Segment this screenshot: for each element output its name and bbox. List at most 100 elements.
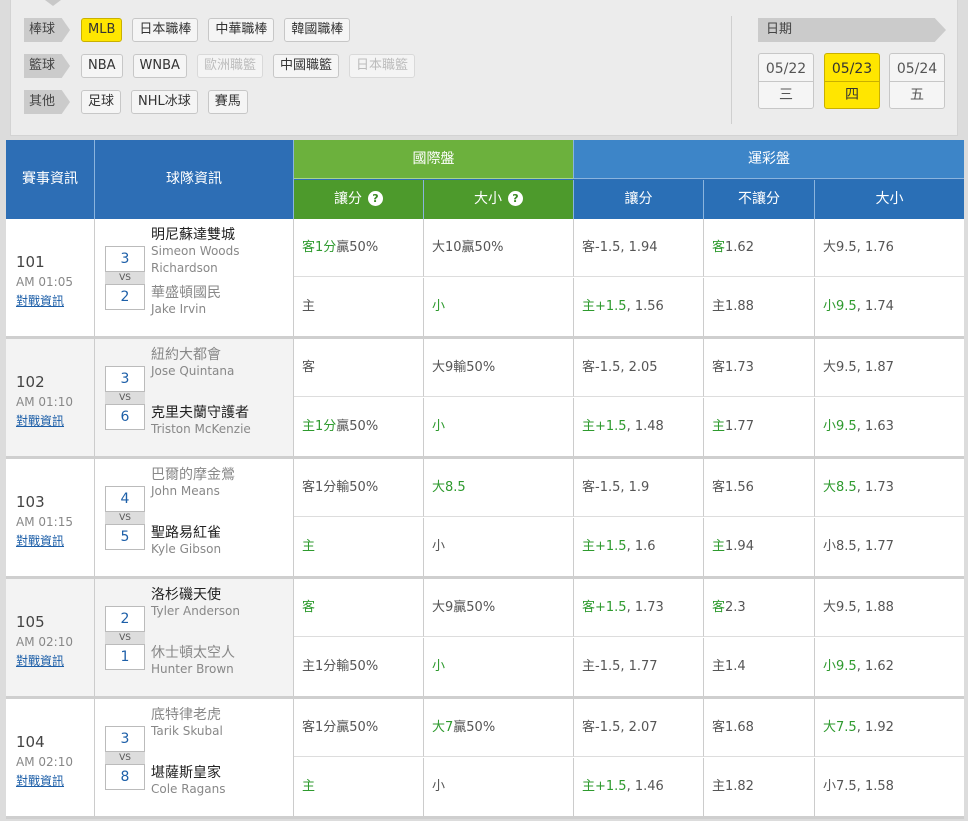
odds-value: 客1.56 bbox=[712, 480, 754, 495]
league-button[interactable]: 韓國職棒 bbox=[284, 18, 351, 42]
help-icon[interactable]: ? bbox=[368, 191, 383, 206]
header-intl-handicap-label: 讓分 bbox=[334, 191, 362, 207]
odds-highlight: 主 bbox=[302, 539, 316, 554]
odds-highlight: 大7 bbox=[432, 720, 454, 735]
odds-value: , 1.74 bbox=[856, 299, 894, 314]
date-value: 05/23 bbox=[825, 54, 879, 82]
odds-cell: 客-1.5, 2.05 bbox=[574, 339, 704, 397]
league-button[interactable]: NHL冰球 bbox=[131, 90, 198, 114]
matchup-link[interactable]: 對戰資訊 bbox=[16, 412, 64, 429]
sport-row: 籃球 NBA WNBA 歐洲職籃 中國職籃 日本職籃 bbox=[24, 54, 425, 78]
table-row: 105 AM 02:10 對戰資訊 2 VS 1 洛杉磯天使 Tyler Anderson 休士… bbox=[6, 579, 964, 699]
odds-cell: 客1.62 bbox=[704, 219, 815, 277]
odds-value: 大9.5, 1.87 bbox=[823, 360, 894, 375]
away-team-name: 洛杉磯天使 bbox=[151, 587, 221, 603]
odds-value: 大9.5, 1.76 bbox=[823, 240, 894, 255]
header-intl-handicap: 讓分? bbox=[294, 180, 424, 219]
date-button[interactable]: 05/22 三 bbox=[758, 53, 814, 109]
header-lottery: 運彩盤 bbox=[574, 140, 964, 179]
odds-value: 客-1.5, 1.9 bbox=[582, 480, 650, 495]
odds-cell: 小 bbox=[424, 398, 574, 456]
home-team-name: 華盛頓國民 bbox=[151, 285, 221, 301]
league-button[interactable]: 日本職棒 bbox=[132, 18, 199, 42]
odds-value: , 1.46 bbox=[626, 779, 664, 794]
matchup-link[interactable]: 對戰資訊 bbox=[16, 532, 64, 549]
odds-cell: 小9.5, 1.74 bbox=[815, 278, 964, 336]
league-button[interactable]: WNBA bbox=[132, 54, 187, 78]
away-team-name: 巴爾的摩金鶯 bbox=[151, 467, 235, 483]
odds-value: 小8.5, 1.77 bbox=[823, 539, 894, 554]
matchup-link[interactable]: 對戰資訊 bbox=[16, 292, 64, 309]
odds-value: , 1.63 bbox=[856, 419, 894, 434]
odds-cell: 主+1.5, 1.48 bbox=[574, 398, 704, 456]
date-weekday: 三 bbox=[779, 87, 793, 103]
odds-value: 小7.5, 1.58 bbox=[823, 779, 894, 794]
league-button[interactable]: MLB bbox=[81, 18, 123, 42]
table-row: 102 AM 01:10 對戰資訊 3 VS 6 紐約大都會 Jose Quintana 克里夫… bbox=[6, 339, 964, 459]
league-button[interactable]: 中國職籃 bbox=[272, 54, 339, 78]
odds-cell: 大8.5 bbox=[424, 459, 574, 517]
header-intl-total-label: 大小 bbox=[474, 191, 502, 207]
odds-value: 客1分輸50% bbox=[302, 480, 379, 495]
date-weekday: 四 bbox=[845, 87, 859, 103]
odds-cell: 大8.5, 1.73 bbox=[815, 459, 964, 517]
odds-cell: 主 bbox=[294, 758, 424, 816]
odds-cell: 大9輸50% bbox=[424, 339, 574, 397]
away-pitcher: Jose Quintana bbox=[151, 364, 235, 378]
odds-cell: 主+1.5, 1.46 bbox=[574, 758, 704, 816]
divider bbox=[94, 339, 95, 456]
odds-value: , 1.92 bbox=[856, 720, 894, 735]
league-button[interactable]: 中華職棒 bbox=[208, 18, 275, 42]
matchup-link[interactable]: 對戰資訊 bbox=[16, 652, 64, 669]
table-row: 101 AM 01:05 對戰資訊 3 VS 2 明尼蘇達雙城 Simeon Woods Ri… bbox=[6, 219, 964, 339]
odds-table: 賽事資訊 球隊資訊 國際盤 運彩盤 讓分? 大小? 讓分 不讓分 大小 101 A… bbox=[6, 140, 964, 819]
odds-cell: 客-1.5, 1.94 bbox=[574, 219, 704, 277]
odds-highlight: 主 bbox=[712, 419, 726, 434]
league-button: 歐洲職籃 bbox=[196, 54, 263, 78]
odds-highlight: 小9.5 bbox=[823, 419, 857, 434]
odds-highlight: 大8.5 bbox=[823, 480, 857, 495]
matchup-link[interactable]: 對戰資訊 bbox=[16, 772, 64, 789]
date-value: 05/22 bbox=[759, 54, 813, 82]
odds-value: 客1.68 bbox=[712, 720, 754, 735]
odds-cell: 大7.5, 1.92 bbox=[815, 699, 964, 757]
odds-highlight: 客 bbox=[302, 600, 316, 615]
header-team-info: 球隊資訊 bbox=[95, 140, 294, 219]
vs-badge: VS bbox=[105, 272, 145, 284]
odds-highlight: 大8.5 bbox=[432, 480, 466, 495]
odds-value: 贏50% bbox=[336, 240, 379, 255]
away-pitcher: Tarik Skubal bbox=[151, 724, 223, 738]
odds-cell: 大9.5, 1.88 bbox=[815, 579, 964, 637]
divider bbox=[94, 459, 95, 576]
odds-cell: 主 bbox=[294, 518, 424, 576]
odds-cell: 大9.5, 1.87 bbox=[815, 339, 964, 397]
odds-cell: 小7.5, 1.58 bbox=[815, 758, 964, 816]
header-lot-total: 大小 bbox=[815, 180, 964, 219]
away-pitcher: Simeon Woods Richardson bbox=[151, 244, 240, 275]
odds-value: , 1.73 bbox=[626, 600, 664, 615]
sport-category-tag: 棒球 bbox=[24, 18, 70, 42]
match-time: AM 02:10 bbox=[16, 635, 73, 649]
match-info: 101 AM 01:05 對戰資訊 3 VS 2 明尼蘇達雙城 Simeon Woods Ri… bbox=[6, 219, 294, 336]
home-score: 1 bbox=[105, 644, 145, 670]
date-button[interactable]: 05/24 五 bbox=[889, 53, 945, 109]
odds-cell: 主+1.5, 1.56 bbox=[574, 278, 704, 336]
league-button[interactable]: 足球 bbox=[81, 90, 122, 114]
league-button[interactable]: NBA bbox=[81, 54, 123, 78]
header-lot-moneyline: 不讓分 bbox=[704, 180, 815, 219]
odds-highlight: 小 bbox=[432, 299, 446, 314]
match-info: 104 AM 02:10 對戰資訊 3 VS 8 底特律老虎 Tarik Skubal 堪薩斯皇… bbox=[6, 699, 294, 816]
away-pitcher: John Means bbox=[151, 484, 220, 498]
odds-cell: 主1.88 bbox=[704, 278, 815, 336]
odds-highlight: 大7.5 bbox=[823, 720, 857, 735]
vs-badge: VS bbox=[105, 392, 145, 404]
help-icon[interactable]: ? bbox=[508, 191, 523, 206]
odds-cell: 主+1.5, 1.6 bbox=[574, 518, 704, 576]
odds-cell: 主 bbox=[294, 278, 424, 336]
date-button[interactable]: 05/23 四 bbox=[824, 53, 880, 109]
odds-highlight: 小9.5 bbox=[823, 659, 857, 674]
league-button[interactable]: 賽馬 bbox=[207, 90, 248, 114]
sport-row: 棒球 MLB 日本職棒 中華職棒 韓國職棒 bbox=[24, 18, 360, 42]
odds-highlight: 客 bbox=[712, 240, 726, 255]
odds-value: 客-1.5, 1.94 bbox=[582, 240, 658, 255]
